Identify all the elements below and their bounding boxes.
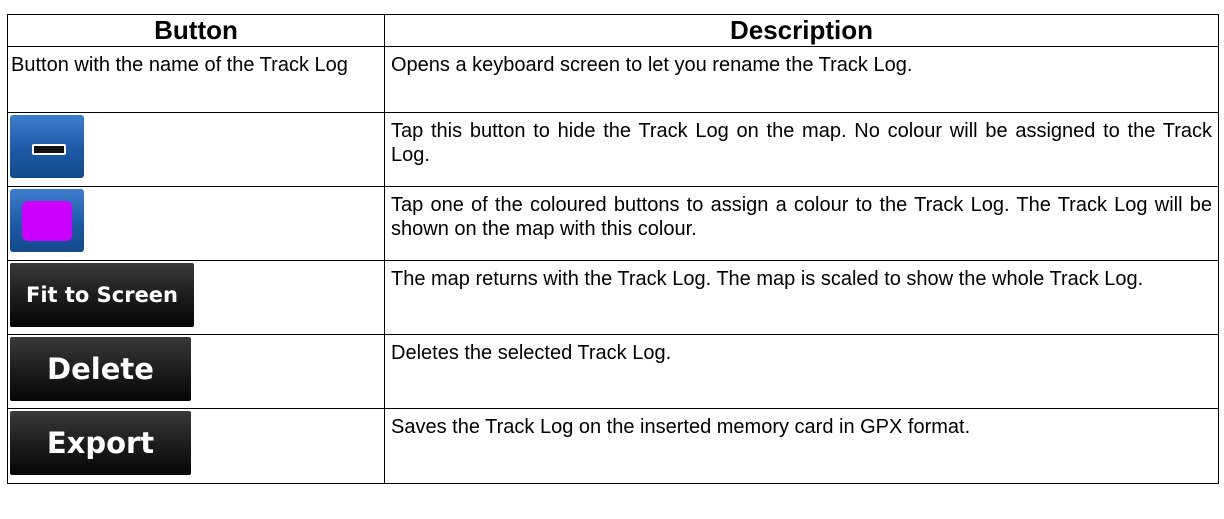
row-description: The map returns with the Track Log. The … <box>384 260 1219 335</box>
row-description: Saves the Track Log on the inserted memo… <box>384 408 1219 484</box>
export-button[interactable]: Export <box>10 411 191 475</box>
row-description: Opens a keyboard screen to let you renam… <box>384 46 1219 113</box>
table-row: Tap this button to hide the Track Log on… <box>7 112 1219 187</box>
table-row: Fit to Screen The map returns with the T… <box>7 260 1219 335</box>
row-description: Tap one of the coloured buttons to assig… <box>384 186 1219 261</box>
header-row: Button Description <box>7 14 1219 47</box>
hide-track-button[interactable] <box>10 115 84 178</box>
fit-to-screen-button[interactable]: Fit to Screen <box>10 263 194 327</box>
delete-button[interactable]: Delete <box>10 337 191 401</box>
colour-button[interactable] <box>10 189 84 252</box>
colour-swatch-icon <box>22 201 72 241</box>
row-description: Deletes the selected Track Log. <box>384 334 1219 409</box>
table-row: Delete Deletes the selected Track Log. <box>7 334 1219 409</box>
header-button: Button <box>7 14 385 47</box>
hide-track-icon <box>32 144 66 155</box>
table-row: Export Saves the Track Log on the insert… <box>7 408 1219 484</box>
table-row: Button with the name of the Track Log Op… <box>7 46 1219 113</box>
button-description-table: Button Description Button with the name … <box>7 14 1219 484</box>
table-row: Tap one of the coloured buttons to assig… <box>7 186 1219 261</box>
button-name-text: Button with the name of the Track Log <box>7 46 385 113</box>
header-description: Description <box>384 14 1219 47</box>
row-description: Tap this button to hide the Track Log on… <box>384 112 1219 187</box>
